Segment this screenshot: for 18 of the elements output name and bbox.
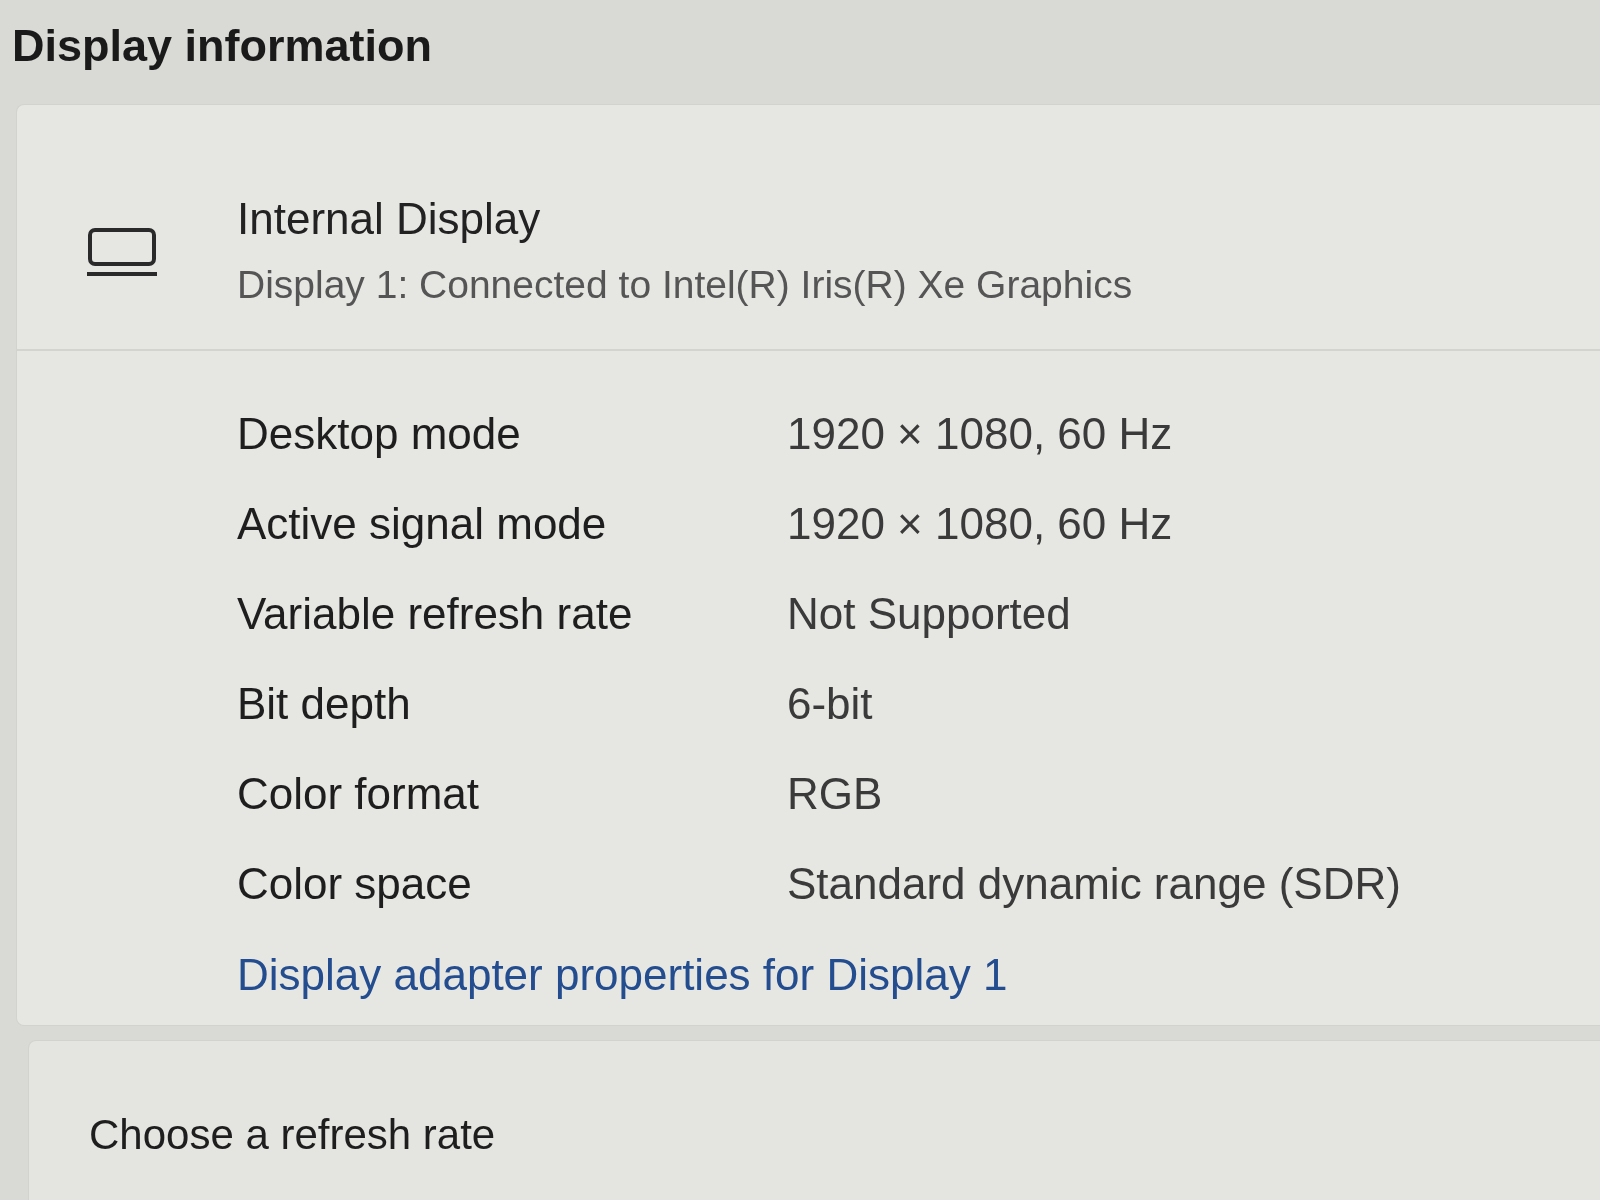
property-value: Not Supported [787, 588, 1071, 640]
property-label: Bit depth [237, 678, 411, 730]
display-name: Internal Display [237, 193, 541, 245]
property-value: RGB [787, 768, 883, 820]
property-value: Standard dynamic range (SDR) [787, 858, 1401, 910]
section-heading: Display information [12, 19, 433, 73]
display-description: Display 1: Connected to Intel(R) Iris(R) Xe Graphics [237, 262, 1133, 308]
adapter-properties-link[interactable]: Display adapter properties for Display 1 [237, 950, 1008, 999]
laptop-icon [87, 227, 157, 277]
property-label: Desktop mode [237, 408, 521, 460]
property-label: Active signal mode [237, 498, 607, 550]
property-value: 6-bit [787, 678, 873, 730]
property-value: 1920 × 1080, 60 Hz [787, 498, 1173, 550]
property-label: Variable refresh rate [237, 588, 633, 640]
property-value: 1920 × 1080, 60 Hz [787, 408, 1173, 460]
setting-title: Choose a refresh rate [89, 1111, 496, 1158]
property-label: Color format [237, 768, 480, 820]
property-label: Color space [237, 858, 472, 910]
